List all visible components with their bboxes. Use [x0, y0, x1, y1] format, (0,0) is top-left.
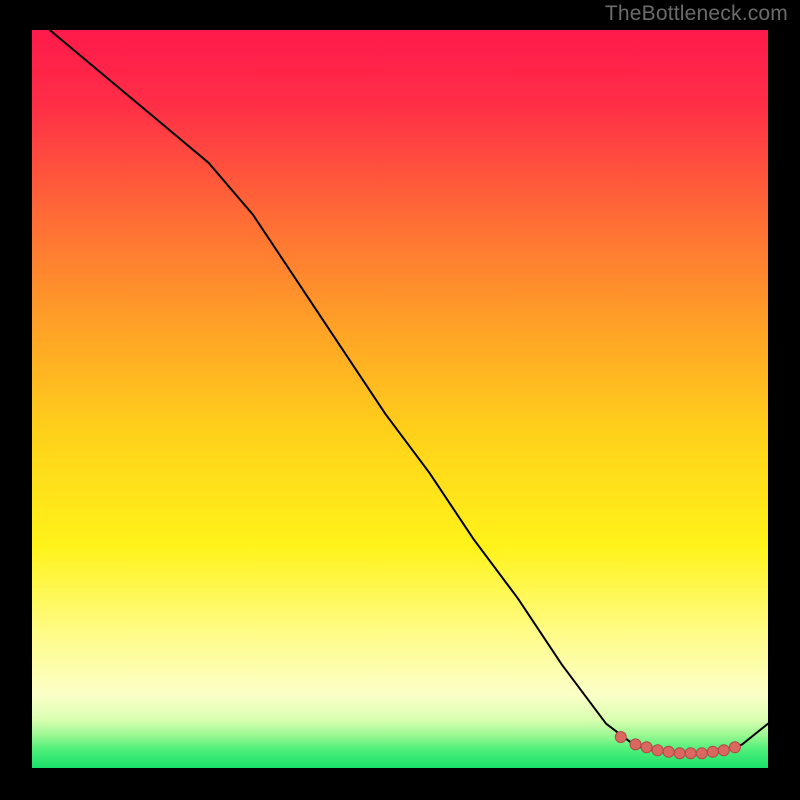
- marker-dot: [630, 739, 641, 750]
- marker-dot: [718, 745, 729, 756]
- plot-area: [32, 30, 768, 768]
- chart-frame: TheBottleneck.com: [0, 0, 800, 800]
- marker-dot: [663, 746, 674, 757]
- marker-dot: [615, 732, 626, 743]
- marker-dot: [641, 742, 652, 753]
- marker-dot: [696, 748, 707, 759]
- marker-dot: [707, 746, 718, 757]
- highlighted-range-markers: [32, 30, 768, 768]
- marker-dot: [652, 745, 663, 756]
- marker-dot: [685, 748, 696, 759]
- watermark-text: TheBottleneck.com: [605, 2, 788, 26]
- marker-dot: [729, 742, 740, 753]
- marker-dot: [674, 748, 685, 759]
